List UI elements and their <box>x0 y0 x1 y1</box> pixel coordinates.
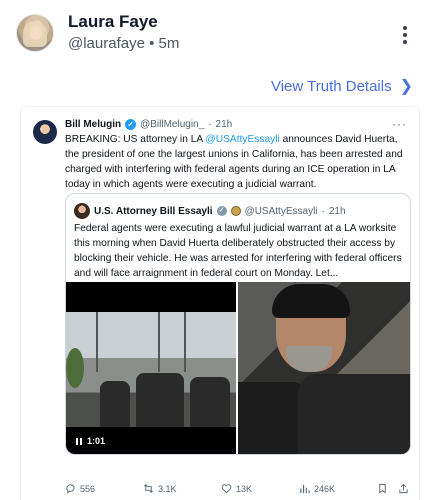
tweet-mention-link[interactable]: @USAttyEssayli <box>205 134 279 145</box>
reply-button[interactable]: 556 <box>65 483 95 494</box>
tweet-header: Bill Melugin ✓ @BillMelugin_ · 21h <box>65 119 232 130</box>
quote-dot: · <box>321 205 325 217</box>
repost-button[interactable]: 3.1K <box>143 483 177 494</box>
quote-header: U.S. Attorney Bill Essayli ✓ @USAttyEssa… <box>74 203 346 219</box>
government-badge-icon: ✓ <box>216 206 227 216</box>
reply-count: 556 <box>80 483 96 494</box>
video-duration-label: 1:01 <box>87 436 106 446</box>
separator-dot: • <box>149 35 155 52</box>
chevron-right-icon: ❯ <box>399 77 413 95</box>
view-count: 246K <box>314 483 336 494</box>
share-button[interactable] <box>398 483 409 494</box>
tweet-more-icon[interactable]: ··· <box>392 117 407 131</box>
pause-icon[interactable] <box>76 437 82 445</box>
more-options-icon[interactable] <box>398 26 412 46</box>
bookmark-button[interactable] <box>377 483 388 494</box>
quoted-tweet[interactable]: U.S. Attorney Bill Essayli ✓ @USAttyEssa… <box>65 193 411 455</box>
seal-icon <box>230 206 241 216</box>
post-handle[interactable]: @laurafaye <box>68 35 145 52</box>
repost-icon <box>144 484 153 493</box>
tweet-actions: 556 3.1K 13K 246K <box>65 483 411 499</box>
photo-thumbnail[interactable] <box>238 282 410 454</box>
embedded-tweet[interactable]: Bill Melugin ✓ @BillMelugin_ · 21h ··· B… <box>20 106 420 500</box>
tweet-author-name[interactable]: Bill Melugin <box>65 119 121 130</box>
quote-text: Federal agents were executing a lawful j… <box>74 223 402 279</box>
quote-author-avatar[interactable] <box>74 203 90 219</box>
avatar[interactable] <box>16 14 54 52</box>
verified-badge-icon: ✓ <box>125 119 137 130</box>
view-details-link[interactable]: View Truth Details ❯ <box>271 78 413 95</box>
post-handle-time: @laurafaye • 5m <box>68 35 179 52</box>
repost-count: 3.1K <box>158 483 177 494</box>
like-button[interactable]: 13K <box>221 483 252 494</box>
post-author-name[interactable]: Laura Faye <box>68 12 158 32</box>
video-duration: 1:01 <box>76 436 105 446</box>
avatar-face <box>30 26 42 40</box>
post-time: 5m <box>158 35 180 52</box>
quote-time: 21h <box>328 205 346 217</box>
heart-icon <box>221 484 232 494</box>
tweet-text: BREAKING: US attorney in LA @USAttyEssay… <box>65 132 411 192</box>
tweet-text-part: BREAKING: US attorney in LA <box>65 134 206 145</box>
tweet-author-avatar[interactable] <box>33 120 57 144</box>
tweet-time: 21h <box>215 119 233 130</box>
reply-icon <box>66 484 75 494</box>
analytics-icon <box>300 484 310 494</box>
bookmark-icon <box>379 483 386 494</box>
share-icon <box>399 483 408 494</box>
view-details-label: View Truth Details <box>270 78 392 95</box>
street-scene-image <box>66 312 236 427</box>
tweet-handle[interactable]: @BillMelugin_ <box>140 119 204 130</box>
quote-handle[interactable]: @USAttyEssayli <box>245 206 318 217</box>
views-button[interactable]: 246K <box>299 483 335 494</box>
like-count: 13K <box>236 483 253 494</box>
tweet-dot: · <box>208 119 212 130</box>
quote-author-name[interactable]: U.S. Attorney Bill Essayli <box>94 206 213 217</box>
post-header: Laura Faye @laurafaye • 5m <box>0 0 433 68</box>
video-thumbnail[interactable]: 1:01 <box>66 282 236 454</box>
